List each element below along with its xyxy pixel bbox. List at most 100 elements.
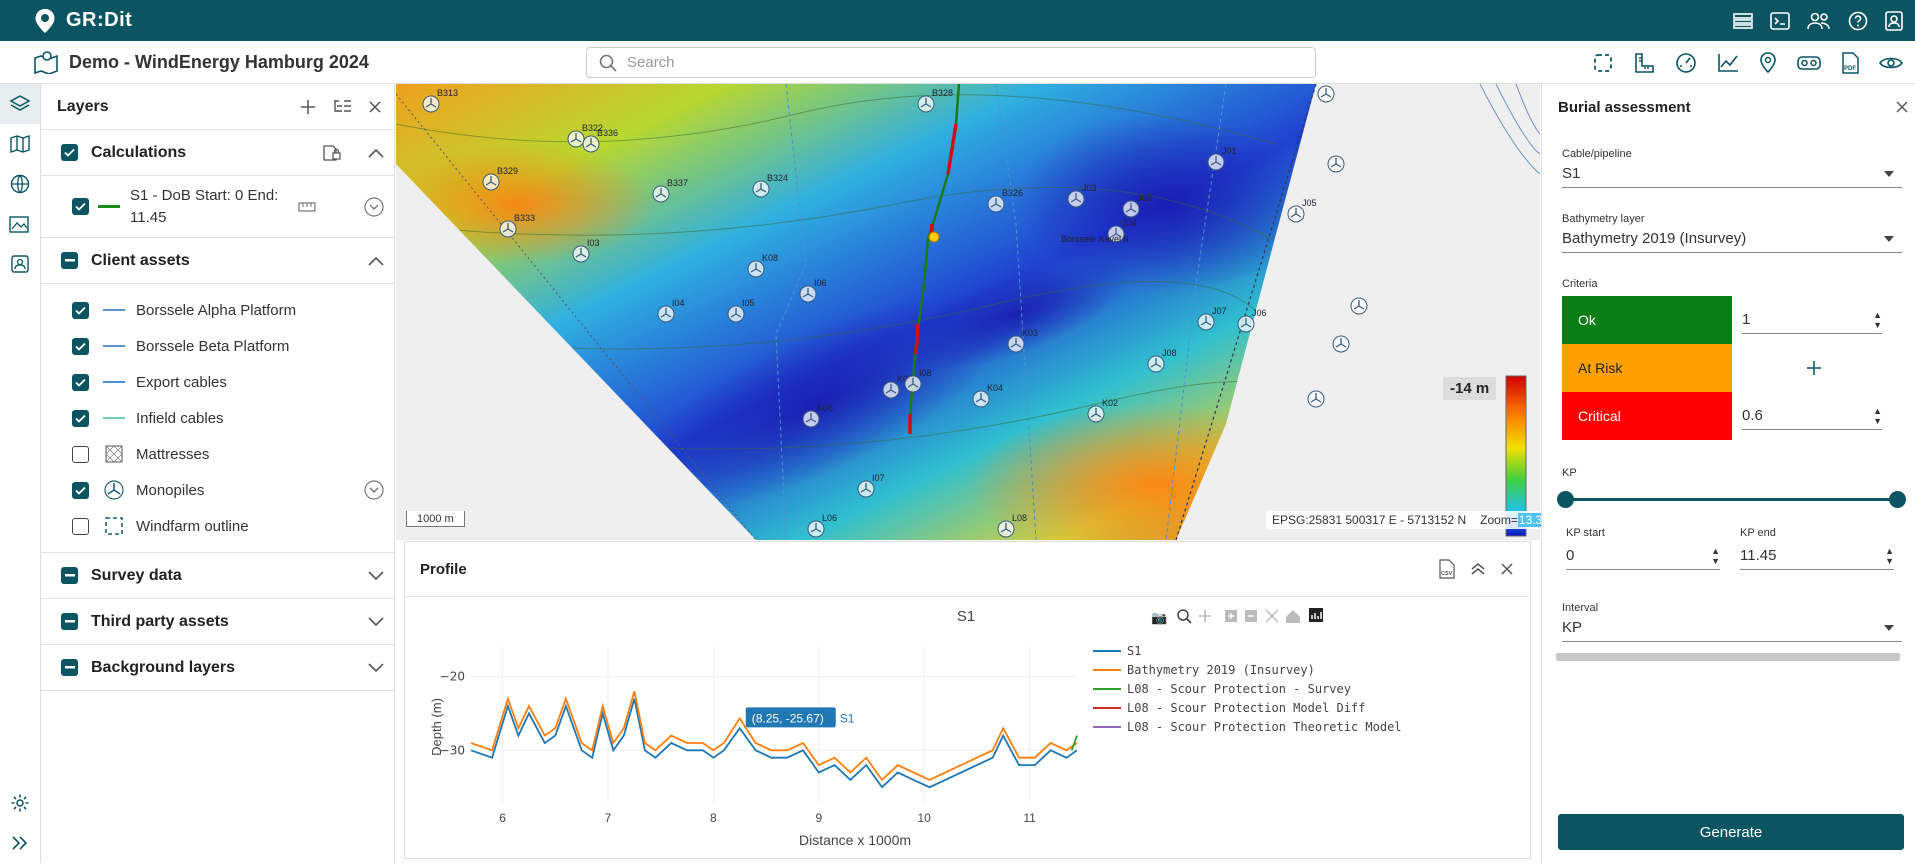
- stepper-icon[interactable]: ▲ ▼: [1711, 546, 1720, 566]
- chevron-up-icon[interactable]: [368, 148, 384, 158]
- critical-threshold-input[interactable]: 0.6 ▲ ▼: [1742, 402, 1882, 430]
- interval-select[interactable]: KP: [1562, 614, 1902, 642]
- kp-end-handle[interactable]: [1889, 491, 1906, 508]
- turbine-marker[interactable]: [1307, 390, 1325, 408]
- turbine-marker[interactable]: [1332, 335, 1350, 353]
- rail-contact-button[interactable]: [0, 244, 40, 284]
- rail-globe-button[interactable]: [0, 164, 40, 204]
- legend-item[interactable]: L08 - Scour Protection Theoretic Model: [1093, 720, 1402, 734]
- lock-doc-icon[interactable]: [322, 144, 342, 162]
- zoom-in-icon[interactable]: [1225, 610, 1237, 622]
- layer-item[interactable]: Mattresses: [41, 436, 394, 472]
- criteria-ok[interactable]: Ok: [1562, 296, 1732, 344]
- turbine-marker[interactable]: [1350, 297, 1368, 315]
- layer-item[interactable]: Borssele Beta Platform: [41, 328, 394, 364]
- group-checkbox[interactable]: [61, 144, 78, 161]
- chevron-down-icon[interactable]: [368, 616, 384, 627]
- zoom-icon[interactable]: [1177, 609, 1192, 624]
- profile-chart[interactable]: S1 📷 6 7 8 9 10 11−20−30(8.25, -25.67) S1 S1Ba…: [405, 597, 1530, 859]
- help-icon[interactable]: [1848, 11, 1868, 31]
- chevron-circle-down-icon[interactable]: [364, 196, 384, 217]
- legend-item[interactable]: S1: [1093, 644, 1141, 658]
- layer-checkbox[interactable]: [72, 337, 89, 355]
- layer-checkbox[interactable]: [72, 481, 89, 499]
- layer-group-calculations[interactable]: Calculations: [41, 130, 394, 176]
- group-checkbox[interactable]: [61, 252, 78, 269]
- close-icon[interactable]: [1500, 562, 1514, 576]
- users-icon[interactable]: [1807, 11, 1831, 31]
- rail-map-button[interactable]: [0, 124, 40, 164]
- generate-button[interactable]: Generate: [1558, 814, 1904, 850]
- project-selector[interactable]: Demo - WindEnergy Hamburg 2024: [33, 50, 369, 74]
- camera-icon[interactable]: 📷: [1151, 611, 1167, 626]
- rail-layers-button[interactable]: [0, 84, 40, 124]
- layer-group-third-party-assets[interactable]: Third party assets: [41, 599, 394, 645]
- layer-item[interactable]: Monopiles: [41, 472, 394, 508]
- stepper-icon[interactable]: ▲ ▼: [1873, 310, 1882, 330]
- csv-export-icon[interactable]: CSV: [1438, 559, 1456, 579]
- chevron-down-icon[interactable]: [368, 662, 384, 673]
- layer-tree-icon[interactable]: [332, 99, 352, 115]
- terminal-icon[interactable]: [1770, 11, 1790, 30]
- criteria-at-risk[interactable]: At Risk: [1562, 344, 1732, 392]
- reset-home-icon[interactable]: [1286, 610, 1300, 623]
- bathymetry-select[interactable]: Bathymetry 2019 (Insurvey): [1562, 225, 1902, 253]
- search-box[interactable]: [586, 47, 1316, 78]
- legend-item[interactable]: L08 - Scour Protection - Survey: [1093, 682, 1351, 696]
- group-checkbox[interactable]: [61, 659, 78, 676]
- kp-start-handle[interactable]: [1557, 491, 1574, 508]
- select-area-icon[interactable]: [1593, 53, 1613, 73]
- chart-icon[interactable]: [1717, 53, 1739, 73]
- chevron-down-icon[interactable]: [368, 570, 384, 581]
- rail-gallery-button[interactable]: [0, 204, 40, 244]
- legend-item[interactable]: L08 - Scour Protection Model Diff: [1093, 701, 1365, 715]
- horizontal-scrollbar[interactable]: [1556, 653, 1900, 661]
- layer-item[interactable]: Infield cables: [41, 400, 394, 436]
- layer-item[interactable]: Export cables: [41, 364, 394, 400]
- ruler-icon[interactable]: [1633, 52, 1655, 74]
- kp-start-input[interactable]: 0 ▲ ▼: [1566, 542, 1720, 570]
- turbine-marker[interactable]: J05: [1287, 198, 1317, 223]
- close-icon[interactable]: [368, 100, 382, 114]
- eye-icon[interactable]: [1879, 55, 1903, 71]
- pan-icon[interactable]: [1199, 610, 1211, 622]
- layer-group-client-assets[interactable]: Client assets: [41, 238, 394, 284]
- layer-checkbox[interactable]: [72, 301, 89, 319]
- stepper-icon[interactable]: ▲ ▼: [1873, 406, 1882, 426]
- pdf-icon[interactable]: PDF: [1841, 51, 1859, 74]
- layer-checkbox[interactable]: [72, 373, 89, 391]
- layer-checkbox[interactable]: [72, 445, 89, 463]
- kp-end-input[interactable]: 11.45 ▲ ▼: [1740, 542, 1894, 570]
- chevron-circle-down-icon[interactable]: [364, 480, 384, 500]
- double-chevron-up-icon[interactable]: [1470, 562, 1486, 576]
- ok-threshold-input[interactable]: 1 ▲ ▼: [1742, 306, 1882, 334]
- chevron-up-icon[interactable]: [368, 256, 384, 266]
- vr-icon[interactable]: [1797, 54, 1821, 72]
- stepper-icon[interactable]: ▲ ▼: [1885, 546, 1894, 566]
- layer-item[interactable]: Windfarm outline: [41, 508, 394, 544]
- rail-expand-button[interactable]: [0, 823, 40, 863]
- add-criteria-icon[interactable]: [1806, 360, 1822, 376]
- layer-item[interactable]: Borssele Alpha Platform: [41, 292, 394, 328]
- ruler-small-icon[interactable]: [298, 201, 316, 212]
- group-checkbox[interactable]: [61, 613, 78, 630]
- rail-settings-button[interactable]: [0, 783, 40, 823]
- add-layer-icon[interactable]: [300, 99, 316, 115]
- pin-icon[interactable]: [1759, 51, 1777, 74]
- close-icon[interactable]: [1895, 100, 1909, 114]
- brand[interactable]: GR:Dit: [34, 8, 132, 34]
- layer-group-survey-data[interactable]: Survey data: [41, 553, 394, 599]
- kp-range-track[interactable]: [1564, 498, 1898, 501]
- search-input[interactable]: [627, 54, 1277, 71]
- layer-group-background-layers[interactable]: Background layers: [41, 645, 394, 691]
- criteria-critical[interactable]: Critical: [1562, 392, 1732, 440]
- zoom-out-icon[interactable]: [1245, 610, 1257, 622]
- turbine-marker[interactable]: [1317, 85, 1335, 103]
- cable-select[interactable]: S1: [1562, 160, 1902, 188]
- layer-checkbox[interactable]: [72, 198, 89, 215]
- autoscale-icon[interactable]: [1265, 609, 1279, 623]
- turbine-marker[interactable]: [1327, 155, 1345, 173]
- group-checkbox[interactable]: [61, 567, 78, 584]
- legend-item[interactable]: Bathymetry 2019 (Insurvey): [1093, 663, 1315, 677]
- layer-item[interactable]: S1 - DoB Start: 0 End: 11.45: [41, 176, 394, 238]
